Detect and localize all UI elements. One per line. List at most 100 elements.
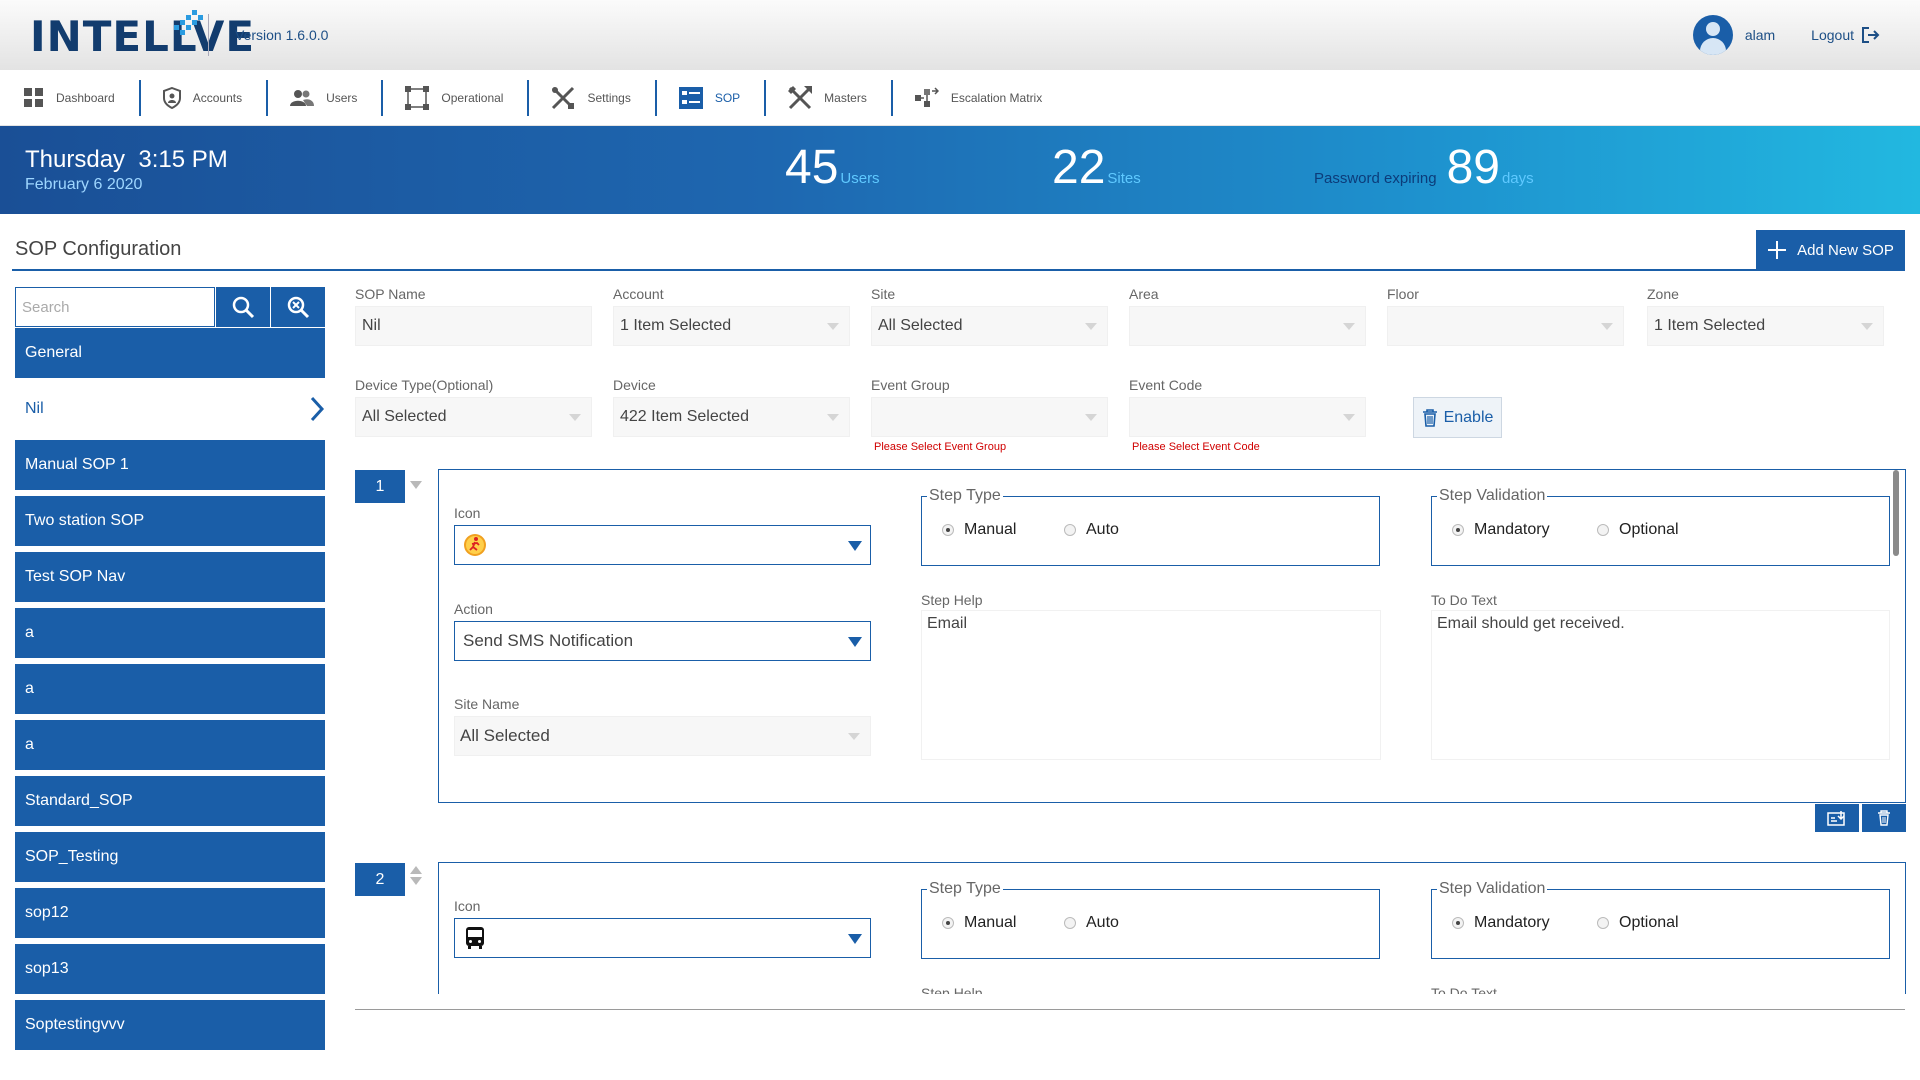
optional-radio[interactable]: Optional [1597, 914, 1679, 932]
area-select[interactable] [1129, 306, 1366, 346]
step-type-auto-radio[interactable]: Auto [1064, 521, 1119, 539]
step-type-auto-radio[interactable]: Auto [1064, 914, 1119, 932]
radio-checked-icon [1452, 917, 1464, 929]
add-new-sop-button[interactable]: Add New SOP [1756, 230, 1905, 270]
search-button[interactable] [215, 287, 270, 327]
search-input[interactable] [15, 287, 215, 327]
nav-operational[interactable]: Operational [405, 79, 530, 116]
step-validation-label: Step Validation [1437, 487, 1548, 505]
sites-count: 22 [1052, 141, 1106, 194]
account-field: Account 1 Item Selected [613, 286, 850, 346]
step-type-group: Step Type Manual Auto [921, 880, 1380, 959]
step-validation-label: Step Validation [1437, 880, 1548, 898]
list-item[interactable]: a [15, 720, 325, 770]
nav-sop[interactable]: SOP [678, 79, 767, 116]
radio-unchecked-icon [1064, 917, 1076, 929]
nav-users[interactable]: Users [290, 79, 384, 116]
step-reorder[interactable] [410, 866, 422, 888]
icon-select[interactable] [454, 918, 871, 958]
site-select[interactable]: All Selected [871, 306, 1108, 346]
clear-search-button[interactable] [270, 287, 325, 327]
event-group-label: Event Group [871, 377, 950, 393]
optional-radio[interactable]: Optional [1597, 521, 1679, 539]
list-item[interactable]: Soptestingvvv [15, 1000, 325, 1050]
move-up-icon[interactable] [410, 866, 422, 874]
trash-icon [1878, 810, 1890, 826]
save-step-button[interactable] [1815, 804, 1859, 832]
event-group-select[interactable] [871, 397, 1108, 437]
avatar[interactable] [1692, 15, 1733, 55]
todo-text-textarea[interactable]: Email should get received. [1431, 610, 1890, 760]
username[interactable]: alam [1745, 27, 1775, 43]
zone-select[interactable]: 1 Item Selected [1647, 306, 1884, 346]
event-code-select[interactable] [1129, 397, 1366, 437]
icon-select[interactable] [454, 525, 871, 565]
list-item[interactable]: a [15, 664, 325, 714]
step-scrollbar[interactable] [1893, 470, 1899, 556]
sop-list: General Nil Manual SOP 1 Two station SOP… [15, 328, 325, 1050]
nav-accounts[interactable]: Accounts [162, 79, 269, 116]
mandatory-radio[interactable]: Mandatory [1452, 521, 1550, 539]
move-down-icon[interactable] [410, 877, 422, 885]
floor-select[interactable] [1387, 306, 1624, 346]
users-stat-label: Users [840, 170, 880, 187]
action-select[interactable]: Send SMS Notification [454, 621, 871, 661]
device-label: Device [613, 377, 656, 393]
enable-button[interactable]: Enable [1413, 397, 1502, 438]
delete-step-button[interactable] [1862, 804, 1906, 832]
sop-group-general[interactable]: General [15, 328, 325, 378]
account-select[interactable]: 1 Item Selected [613, 306, 850, 346]
radio-label: Optional [1619, 914, 1679, 931]
logo-text: INTELLVE [30, 11, 256, 61]
step-reorder[interactable] [410, 481, 422, 492]
step-type-manual-radio[interactable]: Manual [942, 914, 1016, 932]
sop-name-label: SOP Name [355, 286, 426, 302]
step-help-value: Email [927, 615, 968, 632]
shield-user-icon [162, 86, 181, 109]
step-number-badge: 1 [355, 470, 405, 503]
todo-text-label: To Do Text [1431, 985, 1497, 994]
list-item[interactable]: sop12 [15, 888, 325, 938]
list-item[interactable]: sop13 [15, 944, 325, 994]
sites-stat-label: Sites [1107, 170, 1141, 187]
device-select[interactable]: 422 Item Selected [613, 397, 850, 437]
step-card: Icon Action Send SMS Notification Site N… [438, 469, 1906, 803]
nav-escalation-matrix[interactable]: Escalation Matrix [914, 80, 1066, 116]
sop-name-input[interactable]: Nil [355, 306, 592, 346]
top-bar: INTELLVE Version 1.6.0.0 alam Logout [0, 0, 1920, 70]
nav-masters[interactable]: Masters [788, 79, 893, 116]
list-item[interactable]: a [15, 608, 325, 658]
list-item[interactable]: Test SOP Nav [15, 552, 325, 602]
device-type-value: All Selected [362, 408, 447, 425]
list-item[interactable]: Standard_SOP [15, 776, 325, 826]
step-validation-group: Step Validation Mandatory Optional [1431, 880, 1890, 959]
add-new-sop-label: Add New SOP [1797, 241, 1894, 259]
nav-settings[interactable]: Settings [551, 79, 657, 116]
sop-item-selected[interactable]: Nil [15, 384, 325, 434]
tools-icon [552, 86, 575, 109]
nav-dashboard[interactable]: Dashboard [24, 79, 141, 116]
sop-item-label: sop12 [25, 904, 69, 921]
days-label: days [1501, 170, 1534, 187]
logout-button[interactable]: Logout [1811, 27, 1880, 43]
chevron-down-icon [827, 323, 839, 330]
move-down-icon[interactable] [410, 481, 422, 489]
chevron-right-icon [310, 396, 325, 422]
step-help-textarea[interactable]: Email [921, 610, 1381, 760]
list-item[interactable]: Manual SOP 1 [15, 440, 325, 490]
step-type-manual-radio[interactable]: Manual [942, 521, 1016, 539]
list-item[interactable]: SOP_Testing [15, 832, 325, 882]
site-name-label: Site Name [454, 696, 520, 712]
sop-item-label: Nil [25, 400, 44, 417]
radio-label: Auto [1086, 521, 1119, 538]
chevron-down-icon [569, 414, 581, 421]
device-type-select[interactable]: All Selected [355, 397, 592, 437]
list-item[interactable]: Two station SOP [15, 496, 325, 546]
site-name-select[interactable]: All Selected [454, 716, 871, 756]
mandatory-radio[interactable]: Mandatory [1452, 914, 1550, 932]
step-help-label: Step Help [921, 985, 983, 994]
step-actions [1815, 804, 1906, 832]
chevron-down-icon [1861, 323, 1873, 330]
site-field: Site All Selected [871, 286, 1108, 346]
icon-label: Icon [454, 505, 481, 521]
